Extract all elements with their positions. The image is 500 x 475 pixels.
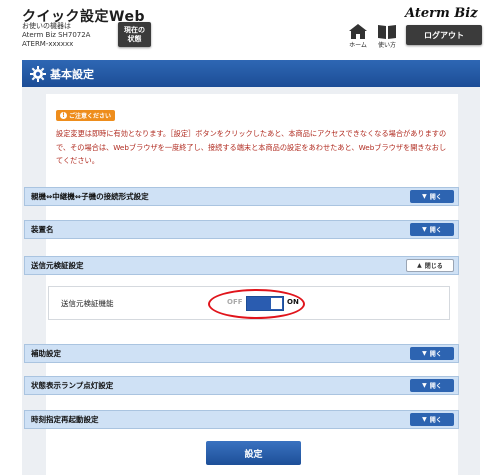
open-button-label: 開く (429, 383, 442, 390)
device-line-1: お使いの機器は (22, 22, 71, 30)
chevron-down-icon: ▼ (422, 416, 427, 423)
section-status-lamp[interactable]: 状態表示ランプ点灯設定 ▼ 開く (24, 376, 459, 395)
highlight-circle (208, 289, 305, 319)
chevron-down-icon: ▼ (422, 193, 427, 200)
current-status-button[interactable]: 現在の 状態 (118, 22, 151, 47)
save-button[interactable]: 設定 (206, 441, 301, 465)
chevron-up-icon: ▲ (417, 262, 422, 269)
close-button-label: 閉じる (424, 263, 443, 270)
page-title: 基本設定 (50, 67, 94, 81)
section-label: 時刻指定再起動設定 (31, 415, 99, 424)
help-button[interactable]: 使い方 (372, 24, 402, 52)
current-status-label-2: 状態 (127, 34, 142, 43)
section-label: 送信元検証設定 (31, 261, 84, 270)
home-button[interactable]: ホーム (343, 24, 373, 52)
home-label: ホーム (349, 42, 367, 49)
open-button-label: 開く (429, 417, 442, 424)
device-line-3: ATERM-xxxxxx (22, 40, 74, 48)
open-button[interactable]: ▼ 開く (410, 379, 454, 392)
open-button-label: 開く (429, 227, 442, 234)
chevron-down-icon: ▼ (422, 226, 427, 233)
open-button[interactable]: ▼ 開く (410, 413, 454, 426)
chevron-down-icon: ▼ (422, 350, 427, 357)
source-verification-label: 送信元検証機能 (61, 299, 114, 308)
section-label: 装置名 (31, 225, 54, 234)
panel-title-bar: 基本設定 (22, 60, 480, 87)
section-label: 補助設定 (31, 349, 61, 358)
section-label: 状態表示ランプ点灯設定 (31, 381, 114, 390)
section-auxiliary[interactable]: 補助設定 ▼ 開く (24, 344, 459, 363)
open-button[interactable]: ▼ 開く (410, 190, 454, 203)
logout-button[interactable]: ログアウト (406, 25, 482, 45)
open-button-label: 開く (429, 351, 442, 358)
open-button[interactable]: ▼ 開く (410, 223, 454, 236)
brand-logo: Aterm Biz (405, 6, 478, 21)
section-label: 親機⇔中継機⇔子機の接続形式設定 (31, 192, 149, 201)
notice-text: 設定変更は即時に有効となります。［設定］ボタンをクリックしたあと、本商品にアクセ… (56, 129, 447, 165)
open-button-label: 開く (429, 194, 442, 201)
header: クイック設定Web お使いの機器は Aterm Biz SH7072A ATER… (0, 0, 500, 56)
home-icon (349, 24, 367, 39)
section-scheduled-reboot[interactable]: 時刻指定再起動設定 ▼ 開く (24, 410, 459, 429)
help-label: 使い方 (377, 42, 396, 49)
chevron-down-icon: ▼ (422, 382, 427, 389)
book-icon (378, 25, 396, 39)
notice-box: ! ご注意ください 設定変更は即時に有効となります。［設定］ボタンをクリックした… (56, 102, 448, 168)
section-source-verification[interactable]: 送信元検証設定 ▲ 閉じる (24, 256, 459, 275)
notice-badge: ! ご注意ください (56, 110, 116, 121)
gear-icon (30, 65, 46, 82)
close-button[interactable]: ▲ 閉じる (406, 259, 454, 272)
device-line-2: Aterm Biz SH7072A (22, 31, 91, 39)
notice-badge-label: ご注意ください (69, 113, 112, 120)
section-connection-type[interactable]: 親機⇔中継機⇔子機の接続形式設定 ▼ 開く (24, 187, 459, 206)
info-icon: ! (60, 112, 67, 119)
open-button[interactable]: ▼ 開く (410, 347, 454, 360)
section-device-name[interactable]: 装置名 ▼ 開く (24, 220, 459, 239)
current-status-label-1: 現在の (124, 25, 145, 34)
